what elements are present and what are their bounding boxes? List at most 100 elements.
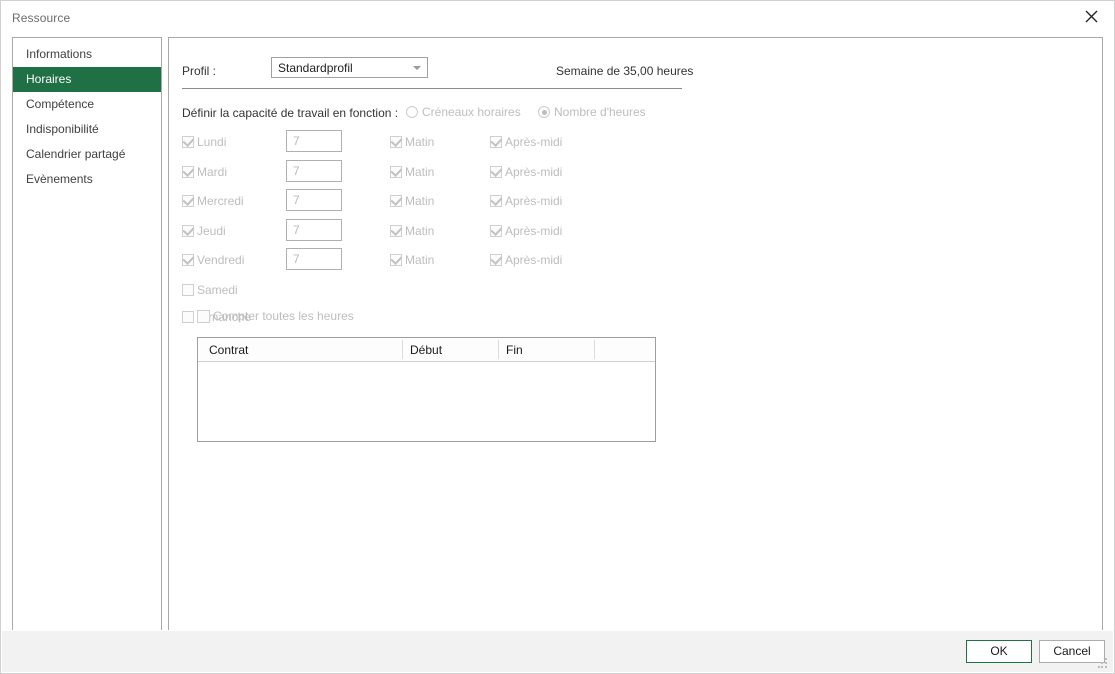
checkbox-icon-checked [182,195,194,207]
checkbox-samedi[interactable]: Samedi [182,283,238,297]
checkbox-icon-checked [390,165,402,178]
hours-input-lundi-wrap [286,130,342,152]
close-button[interactable] [1068,1,1114,32]
column-header-fin[interactable]: Fin [506,343,523,357]
resize-grip-icon[interactable] [1098,658,1109,669]
profil-label: Profil : [182,64,217,78]
matin-label: Matin [405,164,435,179]
checkbox-matin-mercredi[interactable]: Matin [390,194,434,208]
checkbox-apresmidi-mercredi[interactable]: Après-midi [490,194,562,208]
checkbox-icon-checked [390,224,402,237]
checkbox-compter-toutes-les-heures[interactable]: Compter toutes les heures [197,309,354,323]
sidebar-item-horaires[interactable]: Horaires [13,67,161,92]
radio-nombre-label: Nombre d'heures [554,105,646,119]
profil-selected-value: Standardprofil [278,61,353,75]
matin-label: Matin [405,223,435,238]
checkbox-icon-checked [390,254,402,266]
day-label-vendredi: Vendredi [197,253,245,267]
window-title: Ressource [12,11,71,25]
section-divider [182,88,682,89]
day-label-jeudi: Jeudi [197,223,226,238]
checkbox-matin-vendredi[interactable]: Matin [390,253,434,267]
day-label-mardi: Mardi [197,164,228,179]
radio-icon-selected [538,106,550,118]
hours-input-jeudi-wrap [286,218,342,241]
checkbox-icon-unchecked [182,283,194,296]
hours-input-lundi[interactable] [286,130,342,152]
hours-input-mardi-wrap [286,159,342,182]
checkbox-icon-unchecked [182,310,194,323]
sidebar-item-informations[interactable]: Informations [13,42,161,67]
checkbox-mercredi[interactable]: Mercredi [182,194,244,208]
hours-input-mardi[interactable] [286,159,342,182]
day-row-samedi: Samedi [182,281,702,308]
compter-toutes-les-heures-label: Compter toutes les heures [213,309,354,323]
checkbox-icon-checked [390,195,402,207]
checkbox-apresmidi-jeudi[interactable]: Après-midi [490,224,562,238]
hours-input-vendredi[interactable] [286,248,342,270]
hours-input-mercredi-wrap [286,189,342,211]
checkbox-icon-checked [490,165,502,178]
matin-label: Matin [405,253,435,267]
day-label-lundi: Lundi [197,135,227,149]
sidebar-item-indisponibilite[interactable]: Indisponibilité [13,117,161,142]
checkbox-icon-checked [390,136,402,148]
checkbox-apresmidi-lundi[interactable]: Après-midi [490,135,562,149]
contrat-table: Contrat Début Fin [197,337,656,442]
checkbox-apresmidi-mardi[interactable]: Après-midi [490,165,562,179]
checkbox-icon-checked [490,136,502,148]
checkbox-jeudi[interactable]: Jeudi [182,224,226,238]
ok-button[interactable]: OK [966,640,1032,663]
day-row-lundi: Lundi Matin Après-midi [182,130,702,163]
profil-select[interactable]: Standardprofil [271,57,428,78]
ressource-dialog: Ressource Informations Horaires Compéten… [0,0,1115,674]
apresmidi-label: Après-midi [505,164,563,179]
radio-creneaux-label: Créneaux horaires [422,105,521,119]
hours-input-vendredi-wrap [286,248,342,270]
contrat-table-header: Contrat Début Fin [198,338,655,362]
checkbox-icon-checked [182,136,194,148]
checkbox-matin-mardi[interactable]: Matin [390,165,434,179]
sidebar-item-evenements[interactable]: Evènements [13,167,161,192]
checkbox-icon-checked [490,254,502,266]
column-header-debut[interactable]: Début [410,343,442,357]
day-row-mardi: Mardi Matin Après-midi [182,159,702,193]
checkbox-matin-jeudi[interactable]: Matin [390,224,434,238]
sidebar-item-calendrier-partage[interactable]: Calendrier partagé [13,142,161,167]
apresmidi-label: Après-midi [505,253,563,267]
radio-nombre-heures[interactable]: Nombre d'heures [538,105,646,119]
dialog-body: Informations Horaires Compétence Indispo… [1,33,1114,637]
checkbox-icon-checked [490,224,502,237]
matin-label: Matin [405,135,435,149]
checkbox-mardi[interactable]: Mardi [182,165,227,179]
checkbox-matin-lundi[interactable]: Matin [390,135,434,149]
radio-creneaux-horaires[interactable]: Créneaux horaires [406,105,521,119]
column-divider[interactable] [594,340,595,359]
day-row-mercredi: Mercredi Matin Après-midi [182,189,702,222]
checkbox-icon-checked [182,165,194,178]
checkbox-vendredi[interactable]: Vendredi [182,253,244,267]
apresmidi-label: Après-midi [505,194,563,208]
apresmidi-label: Après-midi [505,223,563,238]
checkbox-apresmidi-vendredi[interactable]: Après-midi [490,253,562,267]
week-total-label: Semaine de 35,00 heures [556,64,694,78]
hours-input-mercredi[interactable] [286,189,342,211]
column-divider[interactable] [402,340,403,359]
chevron-down-icon [413,66,421,70]
day-label-samedi: Samedi [197,282,238,297]
radio-icon-unselected [406,106,418,118]
sidebar-item-competence[interactable]: Compétence [13,92,161,117]
column-header-contrat[interactable]: Contrat [209,343,248,357]
day-row-jeudi: Jeudi Matin Après-midi [182,218,702,252]
day-label-mercredi: Mercredi [197,194,244,208]
hours-input-jeudi[interactable] [286,218,342,241]
matin-label: Matin [405,194,435,208]
cancel-button[interactable]: Cancel [1039,640,1105,663]
column-divider[interactable] [498,340,499,359]
close-icon [1085,10,1098,23]
weekday-grid: Lundi Matin Après-midi Mardi [182,130,702,335]
checkbox-lundi[interactable]: Lundi [182,135,226,149]
checkbox-icon-checked [182,254,194,266]
checkbox-icon-checked [490,195,502,207]
checkbox-icon-checked [182,224,194,237]
